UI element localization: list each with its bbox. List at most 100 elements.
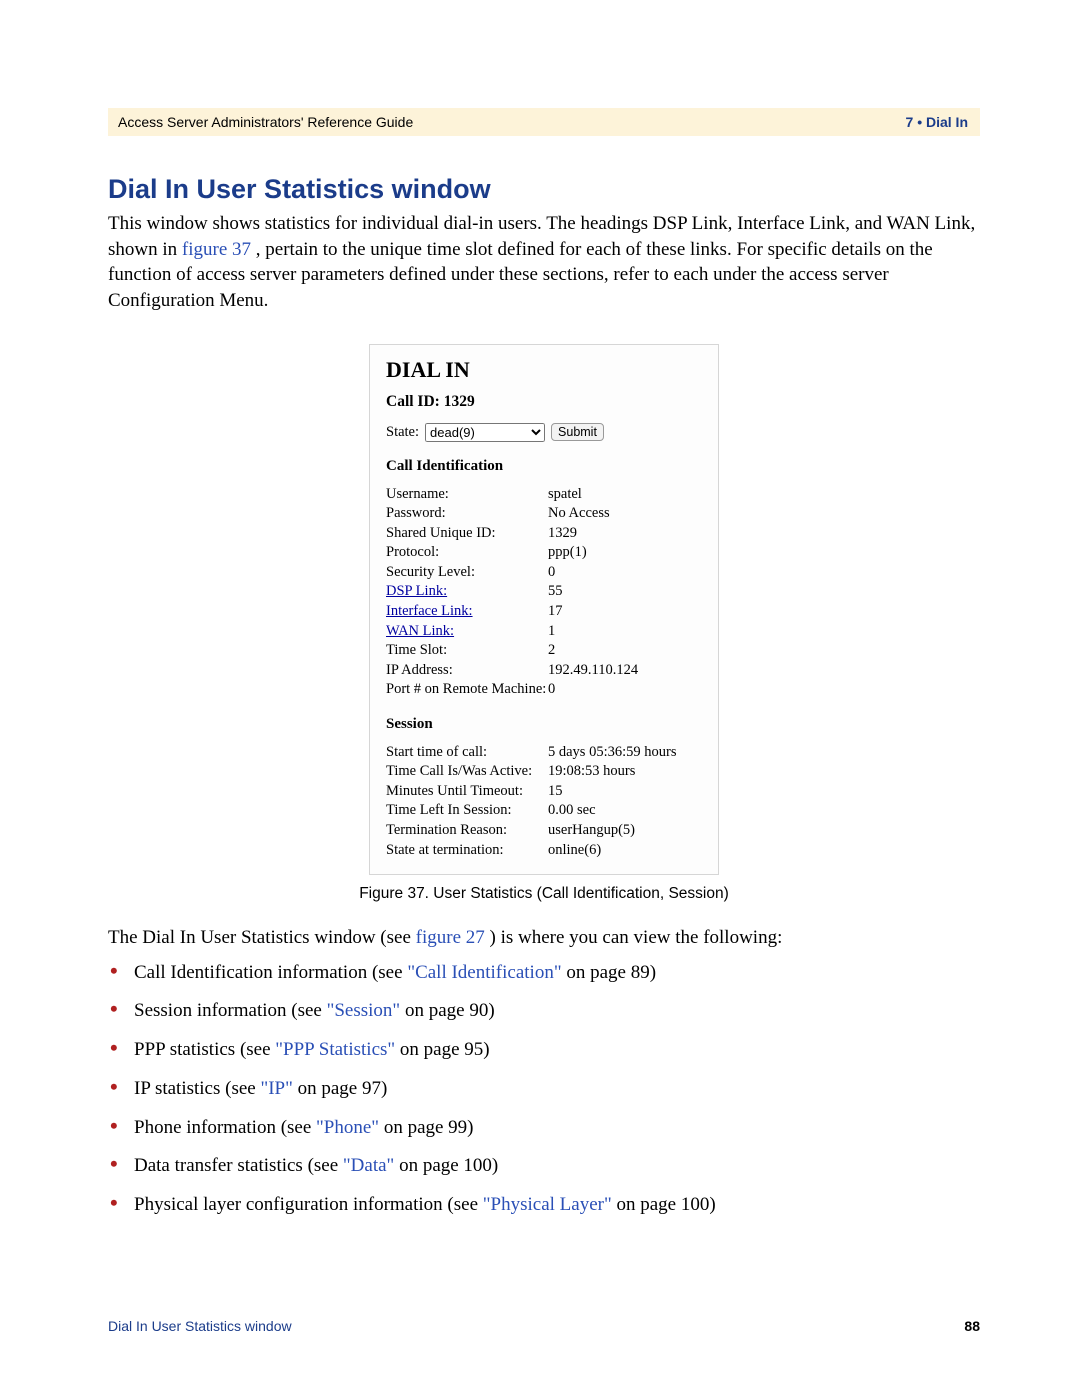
bullet-text-a: Phone information (see xyxy=(134,1117,316,1138)
kv-key: Security Level: xyxy=(386,563,548,583)
kv-row: Minutes Until Timeout:15 xyxy=(386,782,702,802)
bullet-xref[interactable]: "Phone" xyxy=(316,1117,379,1138)
figure-session-heading: Session xyxy=(386,716,702,733)
section-title: Dial In User Statistics window xyxy=(108,174,980,205)
state-select[interactable]: dead(9) xyxy=(425,423,545,442)
figure-caption: Figure 37. User Statistics (Call Identif… xyxy=(108,885,980,903)
kv-value: 0 xyxy=(548,680,702,700)
kv-value: 192.49.110.124 xyxy=(548,661,702,681)
state-label: State: xyxy=(386,424,419,441)
bullet-text-a: Data transfer statistics (see xyxy=(134,1155,343,1176)
kv-key: Minutes Until Timeout: xyxy=(386,782,548,802)
kv-key: Protocol: xyxy=(386,543,548,563)
kv-value: 0.00 sec xyxy=(548,801,702,821)
kv-key: DSP Link: xyxy=(386,582,548,602)
kv-link[interactable]: DSP Link: xyxy=(386,583,447,599)
after-fig-a: The Dial In User Statistics window (see xyxy=(108,927,416,948)
bullet-text-a: Session information (see xyxy=(134,1000,327,1021)
bullet-xref[interactable]: "IP" xyxy=(260,1078,292,1099)
kv-row: Time Left In Session:0.00 sec xyxy=(386,801,702,821)
kv-row: Interface Link:17 xyxy=(386,602,702,622)
footer-right: 88 xyxy=(964,1318,980,1334)
kv-link[interactable]: Interface Link: xyxy=(386,603,473,619)
bullet-xref[interactable]: "Physical Layer" xyxy=(483,1194,612,1215)
kv-row: Start time of call:5 days 05:36:59 hours xyxy=(386,743,702,763)
list-item: Session information (see "Session" on pa… xyxy=(108,999,980,1024)
kv-row: Username:spatel xyxy=(386,485,702,505)
kv-key: Time Left In Session: xyxy=(386,801,548,821)
bullet-text-b: on page 100) xyxy=(394,1155,498,1176)
kv-key: WAN Link: xyxy=(386,622,548,642)
figure-screenshot: DIAL IN Call ID: 1329 State: dead(9) Sub… xyxy=(369,344,719,876)
header-bar: Access Server Administrators' Reference … xyxy=(108,108,980,136)
kv-value: userHangup(5) xyxy=(548,821,702,841)
kv-key: Shared Unique ID: xyxy=(386,524,548,544)
kv-key: State at termination: xyxy=(386,841,548,861)
intro-figure-link[interactable]: figure 37 xyxy=(182,239,251,260)
kv-key: Port # on Remote Machine: xyxy=(386,680,548,700)
kv-row: Shared Unique ID:1329 xyxy=(386,524,702,544)
kv-value: ppp(1) xyxy=(548,543,702,563)
list-item: Data transfer statistics (see "Data" on … xyxy=(108,1154,980,1179)
kv-row: State at termination:online(6) xyxy=(386,841,702,861)
kv-key: Time Call Is/Was Active: xyxy=(386,762,548,782)
kv-row: Termination Reason:userHangup(5) xyxy=(386,821,702,841)
bullet-text-b: on page 89) xyxy=(562,962,656,983)
kv-key: Password: xyxy=(386,504,548,524)
kv-row: Protocol:ppp(1) xyxy=(386,543,702,563)
state-row: State: dead(9) Submit xyxy=(386,423,702,442)
call-ident-block: Username:spatelPassword:No AccessShared … xyxy=(386,485,702,700)
session-block: Start time of call:5 days 05:36:59 hours… xyxy=(386,743,702,860)
kv-value: 2 xyxy=(548,641,702,661)
kv-value: 19:08:53 hours xyxy=(548,762,702,782)
bullet-text-a: PPP statistics (see xyxy=(134,1039,275,1060)
figure-wrap: DIAL IN Call ID: 1329 State: dead(9) Sub… xyxy=(108,344,980,904)
kv-key: Termination Reason: xyxy=(386,821,548,841)
kv-row: IP Address:192.49.110.124 xyxy=(386,661,702,681)
list-item: Call Identification information (see "Ca… xyxy=(108,961,980,986)
bullet-xref[interactable]: "Call Identification" xyxy=(407,962,561,983)
kv-row: Security Level:0 xyxy=(386,563,702,583)
bullet-list: Call Identification information (see "Ca… xyxy=(108,961,980,1218)
kv-value: spatel xyxy=(548,485,702,505)
footer: Dial In User Statistics window 88 xyxy=(108,1318,980,1334)
figure-title: DIAL IN xyxy=(386,357,702,383)
bullet-text-a: IP statistics (see xyxy=(134,1078,260,1099)
bullet-text-a: Call Identification information (see xyxy=(134,962,407,983)
kv-key: Interface Link: xyxy=(386,602,548,622)
kv-row: DSP Link: 55 xyxy=(386,582,702,602)
kv-row: Password:No Access xyxy=(386,504,702,524)
kv-key: Username: xyxy=(386,485,548,505)
submit-button[interactable]: Submit xyxy=(551,423,604,441)
kv-value: online(6) xyxy=(548,841,702,861)
kv-value: 1329 xyxy=(548,524,702,544)
kv-row: WAN Link: 1 xyxy=(386,622,702,642)
kv-row: Time Call Is/Was Active:19:08:53 hours xyxy=(386,762,702,782)
bullet-xref[interactable]: "PPP Statistics" xyxy=(275,1039,395,1060)
bullet-xref[interactable]: "Data" xyxy=(343,1155,394,1176)
kv-key: Time Slot: xyxy=(386,641,548,661)
kv-key: IP Address: xyxy=(386,661,548,681)
kv-link[interactable]: WAN Link: xyxy=(386,623,454,639)
after-fig-link[interactable]: figure 27 xyxy=(416,927,485,948)
kv-value: 5 days 05:36:59 hours xyxy=(548,743,702,763)
bullet-xref[interactable]: "Session" xyxy=(327,1000,401,1021)
header-right: 7 • Dial In xyxy=(906,114,968,130)
kv-key: Start time of call: xyxy=(386,743,548,763)
list-item: Phone information (see "Phone" on page 9… xyxy=(108,1116,980,1141)
kv-value: 55 xyxy=(548,582,702,602)
after-fig-b: ) is where you can view the following: xyxy=(490,927,783,948)
list-item: Physical layer configuration information… xyxy=(108,1193,980,1218)
bullet-text-b: on page 97) xyxy=(293,1078,387,1099)
kv-value: 15 xyxy=(548,782,702,802)
intro-paragraph: This window shows statistics for individ… xyxy=(108,211,980,314)
after-figure-paragraph: The Dial In User Statistics window (see … xyxy=(108,925,980,951)
page: Access Server Administrators' Reference … xyxy=(0,0,1080,1374)
kv-row: Time Slot:2 xyxy=(386,641,702,661)
kv-value: 1 xyxy=(548,622,702,642)
content: Dial In User Statistics window This wind… xyxy=(108,174,980,1218)
figure-call-id: Call ID: 1329 xyxy=(386,393,702,411)
bullet-text-a: Physical layer configuration information… xyxy=(134,1194,483,1215)
bullet-text-b: on page 99) xyxy=(379,1117,473,1138)
bullet-text-b: on page 95) xyxy=(395,1039,489,1060)
